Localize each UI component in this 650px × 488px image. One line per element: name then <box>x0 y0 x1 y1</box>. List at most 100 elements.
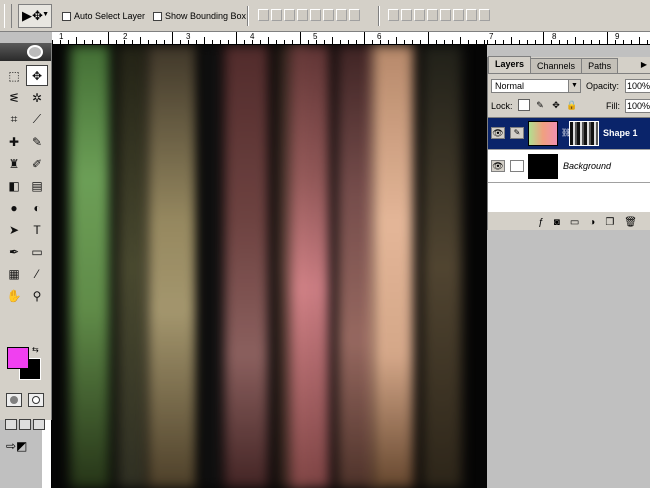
distribute-sp1-icon[interactable] <box>427 9 438 21</box>
toolbox-header[interactable] <box>0 43 51 61</box>
screen-mode-menu[interactable] <box>19 419 31 430</box>
lock-transparency-icon[interactable] <box>518 99 530 111</box>
ruler-tick <box>276 40 277 44</box>
tab-layers[interactable]: Layers <box>488 56 532 73</box>
healing-brush-tool[interactable]: ✚ <box>3 131 25 152</box>
ruler-tick <box>228 40 229 44</box>
distribute-left-icon[interactable] <box>453 9 464 21</box>
document-canvas[interactable] <box>52 45 487 488</box>
auto-select-label: Auto Select Layer <box>74 11 146 21</box>
ruler-tick <box>519 40 520 44</box>
lasso-tool[interactable]: ᓬ <box>3 87 25 108</box>
distribute-right-icon[interactable] <box>479 9 490 21</box>
ruler-tick <box>468 40 469 44</box>
zoom-tool[interactable]: ⚲ <box>26 285 48 306</box>
crop-tool[interactable]: ⌗ <box>3 109 25 130</box>
layer-mask-thumbnail <box>569 121 599 146</box>
path-selection-tool[interactable]: ➤ <box>3 219 25 240</box>
tool-preset-picker[interactable]: ▶✥ ▼ <box>18 4 52 28</box>
ruler-tick <box>372 40 373 44</box>
tab-channels[interactable]: Channels <box>530 58 583 73</box>
foreground-color-swatch[interactable] <box>7 347 29 369</box>
auto-select-checkbox[interactable] <box>62 12 71 21</box>
align-bottom-icon[interactable] <box>284 9 295 21</box>
brush-link-icon[interactable] <box>510 160 524 172</box>
layers-panel: Layers Channels Paths ▶ Normal ▼ Opacity… <box>487 56 650 230</box>
align-hcenter-icon[interactable] <box>310 9 321 21</box>
show-bounding-box-checkbox[interactable] <box>153 12 162 21</box>
visibility-eye-icon[interactable]: 👁 <box>491 127 505 139</box>
slice-tool[interactable]: ⟋ <box>26 109 48 130</box>
distribute-vcenter-icon[interactable] <box>401 9 412 21</box>
dodge-tool[interactable]: ◐ <box>26 197 48 218</box>
align-left-icon[interactable] <box>297 9 308 21</box>
ruler-tick <box>639 37 640 44</box>
ruler-number: 1 <box>59 32 64 41</box>
lock-position-icon[interactable]: ✥ <box>550 99 562 111</box>
new-layer-icon[interactable]: ❐ <box>605 217 614 228</box>
streak-rose <box>337 45 377 488</box>
align-vcenter-icon[interactable] <box>271 9 282 21</box>
pen-tool[interactable]: ✒ <box>3 241 25 262</box>
eraser-tool[interactable]: ◧ <box>3 175 25 196</box>
ruler-tick <box>527 40 528 44</box>
jump-to-imageready-icon[interactable]: ⇨◩ <box>6 439 42 455</box>
fill-input[interactable]: 100% <box>625 99 650 113</box>
layer-style-icon[interactable]: ƒ <box>538 217 544 228</box>
marquee-tool[interactable]: ⬚ <box>3 65 25 86</box>
add-mask-icon[interactable]: ◙ <box>554 217 560 228</box>
streak-green <box>70 45 110 488</box>
screen-mode-standard[interactable] <box>5 419 17 430</box>
ruler-tick <box>511 37 512 44</box>
blend-mode-select[interactable]: Normal ▼ <box>491 79 581 93</box>
layer-row-background[interactable]: 👁 Background <box>488 151 650 183</box>
magic-wand-tool[interactable]: ✲ <box>26 87 48 108</box>
move-tool[interactable]: ✥ <box>26 65 48 86</box>
standard-mode-button[interactable] <box>6 393 22 407</box>
ruler-tick <box>460 37 461 44</box>
eyedropper-tool[interactable]: ⁄ <box>26 263 48 284</box>
distribute-bottom-icon[interactable] <box>414 9 425 21</box>
ruler-number: 9 <box>615 32 620 41</box>
new-set-icon[interactable]: ▭ <box>570 217 579 228</box>
align-extra1-icon[interactable] <box>336 9 347 21</box>
ruler-tick <box>583 40 584 44</box>
quick-mask-button[interactable] <box>28 393 44 407</box>
blur-tool[interactable]: ● <box>3 197 25 218</box>
visibility-eye-icon[interactable]: 👁 <box>491 160 505 172</box>
screen-mode-full[interactable] <box>33 419 45 430</box>
options-bar-grip[interactable] <box>4 4 12 28</box>
horizontal-ruler: 1 2 3 4 5 6 <box>52 32 488 45</box>
distribute-top-icon[interactable] <box>388 9 399 21</box>
lock-image-icon[interactable]: ✎ <box>534 99 546 111</box>
tab-paths[interactable]: Paths <box>581 58 619 73</box>
shape-tool[interactable]: ▭ <box>26 241 48 262</box>
distribute-sp2-icon[interactable] <box>440 9 451 21</box>
opacity-label: Opacity: <box>586 81 620 91</box>
opacity-input[interactable]: 100% <box>625 79 650 93</box>
lock-all-icon[interactable]: 🔒 <box>566 99 578 111</box>
layer-row-shape-1[interactable]: 👁 ✎ ⛓ Shape 1 <box>488 118 650 150</box>
history-brush-tool[interactable]: ✐ <box>26 153 48 174</box>
ruler-tick <box>607 32 608 44</box>
gradient-tool[interactable]: ▤ <box>26 175 48 196</box>
tool-grid: ⬚ ✥ ᓬ ✲ ⌗ ⟋ ✚ ✎ ♜ ✐ ◧ ▤ ● ◐ ➤ T ✒ ▭ ▦ ⁄ ✋ ⚲ <box>3 65 48 306</box>
ruler-tick <box>356 40 357 44</box>
notes-tool[interactable]: ▦ <box>3 263 25 284</box>
brush-tool[interactable]: ✎ <box>26 131 48 152</box>
distribute-hcenter-icon[interactable] <box>466 9 477 21</box>
swap-colors-icon[interactable]: ⇆ <box>32 345 39 354</box>
ruler-tick <box>268 37 269 44</box>
hand-tool[interactable]: ✋ <box>3 285 25 306</box>
clone-stamp-tool[interactable]: ♜ <box>3 153 25 174</box>
trash-icon[interactable]: 🗑 <box>624 217 637 228</box>
align-right-icon[interactable] <box>323 9 334 21</box>
brush-link-icon[interactable]: ✎ <box>510 127 524 139</box>
align-extra2-icon[interactable] <box>349 9 360 21</box>
panel-menu-icon[interactable]: ▶ <box>641 60 647 69</box>
streak-tan <box>147 45 197 488</box>
adjustment-layer-icon[interactable]: ◑ <box>589 217 595 228</box>
type-tool[interactable]: T <box>26 219 48 240</box>
align-top-icon[interactable] <box>258 9 269 21</box>
ruler-tick <box>292 40 293 44</box>
